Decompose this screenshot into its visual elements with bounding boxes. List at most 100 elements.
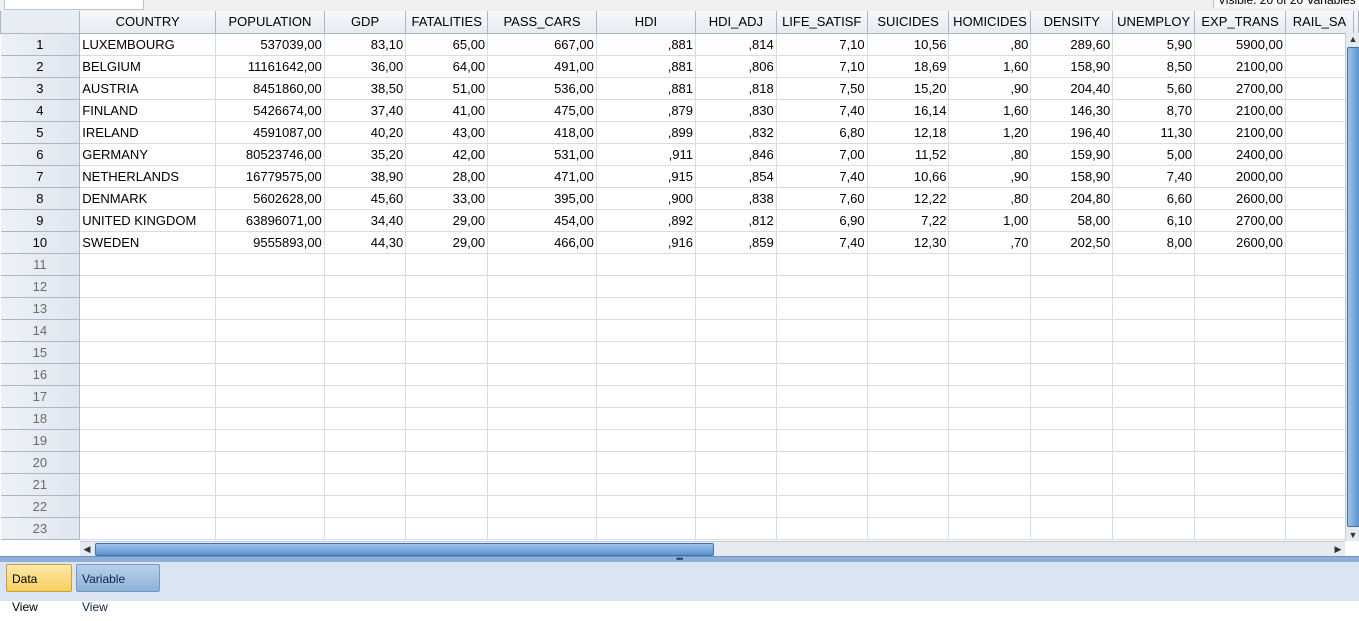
empty-cell[interactable]	[1030, 363, 1114, 386]
data-cell[interactable]: 159,90	[1030, 143, 1114, 166]
empty-cell[interactable]	[596, 517, 697, 540]
empty-cell[interactable]	[1194, 319, 1286, 342]
empty-cell[interactable]	[776, 407, 868, 430]
empty-cell[interactable]	[1030, 319, 1114, 342]
column-header-country[interactable]: COUNTRY	[79, 11, 217, 34]
row-number[interactable]: 16	[0, 362, 81, 386]
empty-cell[interactable]	[1194, 385, 1286, 408]
empty-cell[interactable]	[1285, 407, 1354, 430]
data-cell[interactable]: 38,90	[324, 165, 407, 188]
empty-cell[interactable]	[1285, 319, 1354, 342]
data-cell[interactable]	[1285, 99, 1354, 122]
data-cell[interactable]: 83,10	[324, 33, 407, 56]
column-header-population[interactable]: POPULATION	[215, 11, 325, 34]
scroll-right-icon[interactable]: ▶	[1332, 543, 1344, 555]
data-cell[interactable]: 33,00	[405, 187, 489, 210]
empty-cell[interactable]	[487, 341, 597, 364]
data-cell[interactable]: ,881	[596, 77, 697, 100]
empty-cell[interactable]	[1112, 253, 1196, 276]
data-cell[interactable]: ,832	[695, 121, 777, 144]
data-cell[interactable]: 44,30	[324, 231, 407, 254]
empty-cell[interactable]	[79, 517, 217, 540]
empty-cell[interactable]	[487, 495, 597, 518]
empty-cell[interactable]	[215, 363, 325, 386]
data-cell[interactable]: 1,60	[948, 55, 1032, 78]
data-cell[interactable]: 51,00	[405, 77, 489, 100]
data-cell[interactable]: 204,40	[1030, 77, 1114, 100]
empty-cell[interactable]	[405, 407, 489, 430]
empty-cell[interactable]	[215, 495, 325, 518]
data-cell[interactable]: IRELAND	[79, 121, 217, 144]
data-cell[interactable]: SWEDEN	[79, 231, 217, 254]
data-cell[interactable]: 2400,00	[1194, 143, 1286, 166]
row-number[interactable]: 1	[0, 32, 81, 56]
empty-cell[interactable]	[596, 429, 697, 452]
empty-cell[interactable]	[405, 451, 489, 474]
data-cell[interactable]: ,879	[596, 99, 697, 122]
data-cell[interactable]: ,90	[948, 165, 1032, 188]
empty-cell[interactable]	[776, 297, 868, 320]
empty-cell[interactable]	[405, 473, 489, 496]
empty-cell[interactable]	[776, 275, 868, 298]
empty-cell[interactable]	[867, 429, 950, 452]
vertical-scrollbar[interactable]: ▲ ▼	[1345, 33, 1359, 541]
data-cell[interactable]: 12,18	[867, 121, 950, 144]
empty-cell[interactable]	[776, 385, 868, 408]
empty-cell[interactable]	[695, 407, 777, 430]
data-cell[interactable]: 289,60	[1030, 33, 1114, 56]
data-cell[interactable]: 2000,00	[1194, 165, 1286, 188]
empty-cell[interactable]	[867, 363, 950, 386]
data-cell[interactable]: ,812	[695, 209, 777, 232]
data-cell[interactable]: 37,40	[324, 99, 407, 122]
column-header-hdi[interactable]: HDI	[595, 11, 697, 34]
data-cell[interactable]: 537039,00	[215, 33, 325, 56]
data-cell[interactable]: 5426674,00	[215, 99, 325, 122]
empty-cell[interactable]	[1030, 473, 1114, 496]
empty-cell[interactable]	[1030, 341, 1114, 364]
empty-cell[interactable]	[948, 253, 1032, 276]
empty-cell[interactable]	[1194, 363, 1286, 386]
empty-cell[interactable]	[1112, 275, 1196, 298]
data-cell[interactable]: ,916	[596, 231, 697, 254]
empty-cell[interactable]	[487, 385, 597, 408]
empty-cell[interactable]	[776, 363, 868, 386]
empty-cell[interactable]	[1112, 363, 1196, 386]
data-cell[interactable]: 10,56	[867, 33, 950, 56]
data-cell[interactable]: BELGIUM	[79, 55, 217, 78]
data-cell[interactable]: 11161642,00	[215, 55, 325, 78]
data-cell[interactable]: ,846	[695, 143, 777, 166]
empty-cell[interactable]	[596, 253, 697, 276]
empty-cell[interactable]	[596, 363, 697, 386]
empty-cell[interactable]	[1194, 473, 1286, 496]
data-cell[interactable]: 1,20	[948, 121, 1032, 144]
data-cell[interactable]: 475,00	[487, 99, 597, 122]
data-cell[interactable]: 65,00	[405, 33, 489, 56]
data-cell[interactable]: 2100,00	[1194, 55, 1286, 78]
empty-cell[interactable]	[596, 473, 697, 496]
row-number[interactable]: 20	[0, 450, 81, 474]
data-cell[interactable]: 7,40	[1112, 165, 1196, 188]
empty-cell[interactable]	[596, 495, 697, 518]
empty-cell[interactable]	[215, 297, 325, 320]
data-cell[interactable]: ,80	[948, 187, 1032, 210]
empty-cell[interactable]	[1112, 495, 1196, 518]
data-cell[interactable]: 12,30	[867, 231, 950, 254]
empty-cell[interactable]	[1285, 253, 1354, 276]
empty-cell[interactable]	[596, 297, 697, 320]
empty-cell[interactable]	[867, 341, 950, 364]
empty-cell[interactable]	[487, 451, 597, 474]
empty-cell[interactable]	[596, 319, 697, 342]
empty-cell[interactable]	[776, 473, 868, 496]
data-cell[interactable]: 466,00	[487, 231, 597, 254]
empty-cell[interactable]	[596, 275, 697, 298]
empty-cell[interactable]	[1030, 429, 1114, 452]
scroll-down-icon[interactable]: ▼	[1347, 529, 1359, 541]
empty-cell[interactable]	[867, 253, 950, 276]
empty-cell[interactable]	[79, 407, 217, 430]
data-cell[interactable]: ,814	[695, 33, 777, 56]
column-header-gdp[interactable]: GDP	[323, 11, 407, 34]
empty-cell[interactable]	[1030, 275, 1114, 298]
empty-cell[interactable]	[405, 275, 489, 298]
empty-cell[interactable]	[79, 473, 217, 496]
empty-cell[interactable]	[596, 341, 697, 364]
